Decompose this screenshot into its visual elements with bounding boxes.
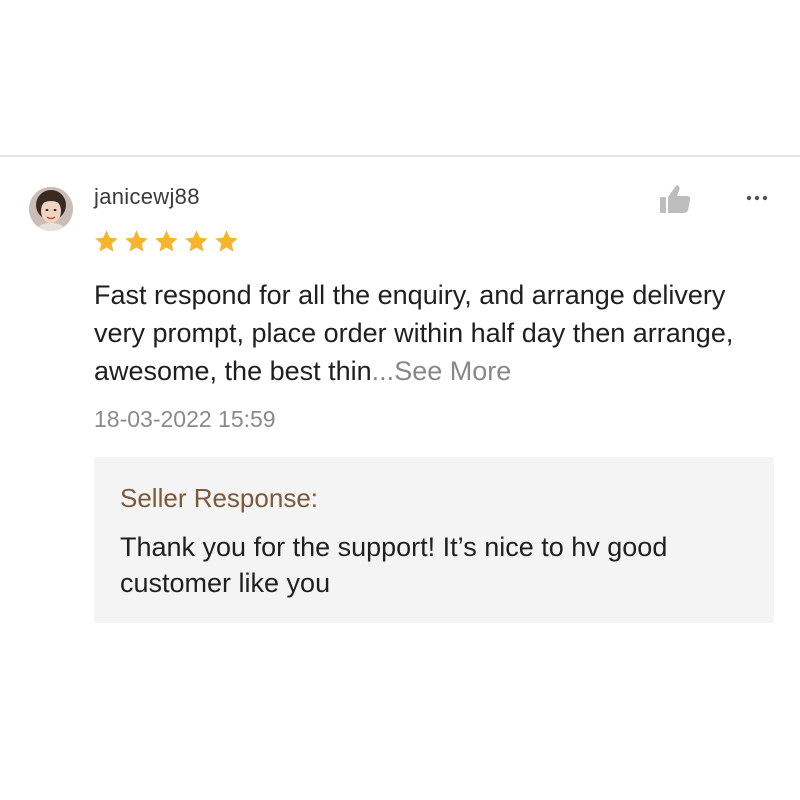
review-comment: Fast respond for all the enquiry, and ar… (94, 276, 774, 390)
thumbs-up-icon (660, 185, 691, 213)
star-rating (93, 228, 240, 255)
star-icon (93, 228, 120, 255)
review-timestamp: 18-03-2022 15:59 (94, 406, 276, 432)
star-icon (123, 228, 150, 255)
avatar-photo (29, 187, 73, 231)
review-page: janicewj88 Fast respond for all the enqu… (0, 0, 800, 800)
username[interactable]: janicewj88 (94, 184, 200, 210)
star-icon (183, 228, 210, 255)
seller-response-title: Seller Response: (120, 483, 318, 513)
divider (0, 155, 800, 157)
avatar[interactable] (29, 187, 73, 231)
more-options-button[interactable] (742, 190, 772, 206)
like-button[interactable] (658, 183, 692, 215)
star-icon (153, 228, 180, 255)
seller-response-text: Thank you for the support! It’s nice to … (120, 532, 668, 598)
star-icon (213, 228, 240, 255)
seller-response-box: Seller Response: Thank you for the suppo… (94, 457, 774, 623)
more-options-icon (746, 195, 768, 201)
ellipsis: ... (371, 356, 395, 386)
see-more-link[interactable]: See More (394, 356, 511, 386)
